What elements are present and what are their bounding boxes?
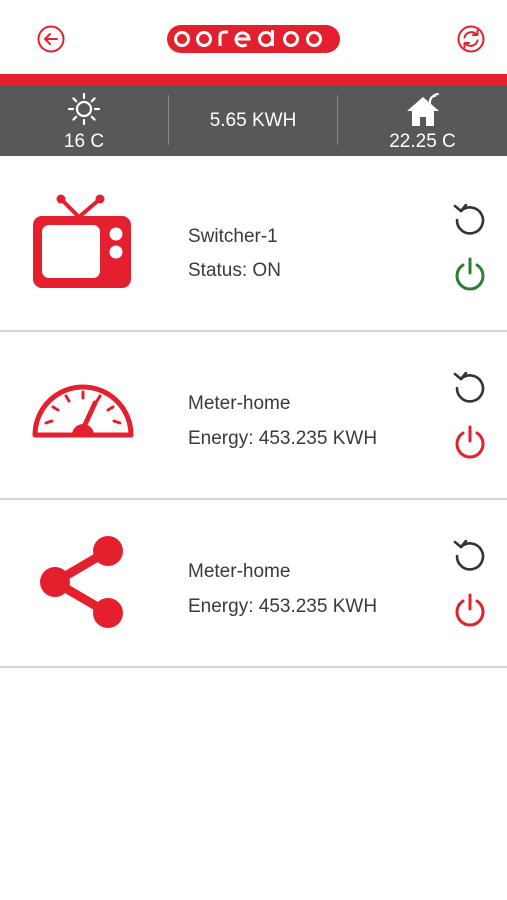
power-button[interactable] <box>452 256 488 292</box>
back-button[interactable] <box>36 24 66 54</box>
reset-icon <box>453 371 485 403</box>
tv-icon <box>28 189 138 299</box>
indoor-temperature: 22.25 C <box>338 85 507 156</box>
ooredoo-logo <box>166 24 341 54</box>
device-card[interactable]: Meter-home Energy: 453.235 KWH <box>0 332 507 500</box>
sun-icon <box>67 92 101 126</box>
smart-home-icon <box>406 93 439 126</box>
power-icon <box>455 425 485 459</box>
outdoor-temperature: 16 C <box>0 85 168 156</box>
reset-button[interactable] <box>452 368 488 404</box>
app-header <box>0 0 507 74</box>
power-button[interactable] <box>452 592 488 628</box>
device-name: Meter-home <box>188 393 291 414</box>
indoor-temperature-value: 22.25 C <box>389 131 456 152</box>
device-energy: Energy: 453.235 KWH <box>188 428 378 449</box>
power-button[interactable] <box>452 424 488 460</box>
energy-usage-value: 5.65 KWH <box>209 110 297 131</box>
device-name: Meter-home <box>188 561 291 582</box>
device-card[interactable]: Meter-home Energy: 453.235 KWH <box>0 500 507 668</box>
energy-usage: 5.65 KWH <box>169 85 337 156</box>
refresh-button[interactable] <box>456 24 486 54</box>
stats-bar: 16 C 5.65 KWH 22.25 C <box>0 85 507 156</box>
header-accent-bar <box>0 74 507 85</box>
power-icon <box>455 593 485 627</box>
gauge-meter-icon <box>28 357 138 467</box>
reset-icon <box>453 539 485 571</box>
reset-button[interactable] <box>452 200 488 236</box>
power-icon <box>455 257 485 291</box>
reset-icon <box>453 203 485 235</box>
outdoor-temperature-value: 16 C <box>63 131 105 152</box>
back-arrow-icon <box>37 25 65 53</box>
device-name: Switcher-1 <box>188 226 278 247</box>
device-energy: Energy: 453.235 KWH <box>188 596 378 617</box>
share-icon <box>28 525 138 635</box>
device-status: Status: ON <box>188 260 281 281</box>
device-card[interactable]: Switcher-1 Status: ON <box>0 164 507 332</box>
reset-button[interactable] <box>452 536 488 572</box>
refresh-icon <box>457 25 485 53</box>
